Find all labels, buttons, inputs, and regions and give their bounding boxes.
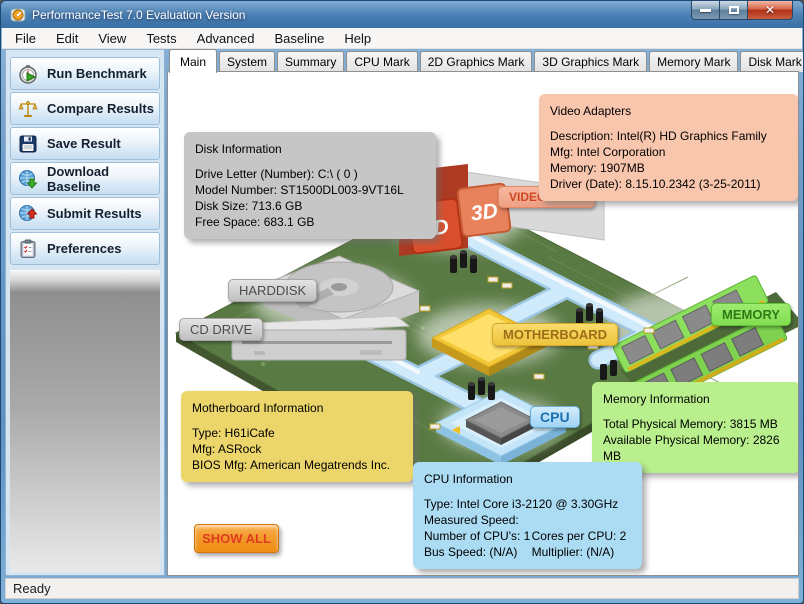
cd-drive-tag[interactable]: CD DRIVE: [179, 318, 263, 341]
disk-info-line: Disk Size: 713.6 GB: [195, 198, 425, 214]
scales-icon: [18, 99, 38, 119]
memory-info-line: Available Physical Memory: 2826 MB: [603, 432, 789, 464]
download-baseline-label: Download Baseline: [47, 164, 159, 194]
menu-view[interactable]: View: [88, 29, 136, 48]
motherboard-info-line: Mfg: ASRock: [192, 441, 402, 457]
video-adapters-info-box: Video Adapters Description: Intel(R) HD …: [539, 94, 798, 201]
run-benchmark-label: Run Benchmark: [47, 66, 147, 81]
submit-results-button[interactable]: Submit Results: [10, 197, 160, 230]
tab-main[interactable]: Main: [169, 49, 217, 73]
close-button[interactable]: ✕: [748, 1, 793, 20]
app-window: PerformanceTest 7.0 Evaluation Version ✕…: [0, 0, 804, 604]
tab-system[interactable]: System: [219, 51, 275, 72]
disk-info-box: Disk Information Drive Letter (Number): …: [184, 132, 436, 239]
3d-mark-label[interactable]: 3D: [470, 199, 499, 225]
menu-bar: File Edit View Tests Advanced Baseline H…: [2, 28, 802, 49]
minimize-button[interactable]: [691, 1, 720, 20]
show-all-button[interactable]: SHOW ALL: [194, 524, 279, 553]
globe-download-icon: [18, 169, 38, 189]
save-result-button[interactable]: Save Result: [10, 127, 160, 160]
cpu-info-box: CPU Information Type: Intel Core i3-2120…: [413, 462, 642, 569]
cpu-tag[interactable]: CPU: [530, 406, 580, 428]
memory-info-title: Memory Information: [603, 391, 789, 407]
tab-2d-graphics-mark[interactable]: 2D Graphics Mark: [420, 51, 533, 72]
menu-tests[interactable]: Tests: [136, 29, 186, 48]
content-area: Main System Summary CPU Mark 2D Graphics…: [167, 49, 799, 576]
cpu-info-line: Type: Intel Core i3-2120 @ 3.30GHz: [424, 496, 631, 512]
compare-results-button[interactable]: Compare Results: [10, 92, 160, 125]
memory-info-line: Total Physical Memory: 3815 MB: [603, 416, 789, 432]
motherboard-tag[interactable]: MOTHERBOARD: [492, 323, 618, 346]
main-tab-panel: 2D 3D: [167, 71, 799, 576]
menu-baseline[interactable]: Baseline: [264, 29, 334, 48]
preferences-label: Preferences: [47, 241, 121, 256]
maximize-icon: [729, 6, 739, 14]
title-bar: PerformanceTest 7.0 Evaluation Version ✕: [1, 1, 803, 28]
tab-memory-mark[interactable]: Memory Mark: [649, 51, 738, 72]
menu-advanced[interactable]: Advanced: [187, 29, 265, 48]
close-icon: ✕: [765, 3, 775, 17]
submit-results-label: Submit Results: [47, 206, 142, 221]
menu-edit[interactable]: Edit: [46, 29, 88, 48]
floppy-icon: [18, 134, 38, 154]
cpu-info-row: Number of CPU's: 1 Cores per CPU: 2: [424, 528, 631, 544]
disk-info-line: Model Number: ST1500DL003-9VT16L: [195, 182, 425, 198]
cpu-info-cell: Number of CPU's: 1: [424, 528, 532, 544]
tab-bar: Main System Summary CPU Mark 2D Graphics…: [167, 49, 799, 72]
maximize-button[interactable]: [720, 1, 748, 20]
menu-file[interactable]: File: [5, 29, 46, 48]
status-text: Ready: [13, 581, 51, 596]
memory-tag[interactable]: MEMORY: [711, 303, 791, 326]
stopwatch-icon: [18, 64, 38, 84]
disk-info-line: Free Space: 683.1 GB: [195, 214, 425, 230]
run-benchmark-button[interactable]: Run Benchmark: [10, 57, 160, 90]
window-title: PerformanceTest 7.0 Evaluation Version: [32, 8, 245, 22]
tab-3d-graphics-mark[interactable]: 3D Graphics Mark: [534, 51, 647, 72]
sidebar-filler: [10, 270, 160, 572]
download-baseline-button[interactable]: Download Baseline: [10, 162, 160, 195]
memory-info-box: Memory Information Total Physical Memory…: [592, 382, 799, 473]
sidebar: Run Benchmark Compare Results: [5, 49, 165, 576]
compare-results-label: Compare Results: [47, 101, 154, 116]
cpu-info-cell: Multiplier: (N/A): [532, 544, 631, 560]
app-icon: [10, 7, 26, 23]
clipboard-icon: [18, 239, 38, 259]
video-adapters-line: Driver (Date): 8.15.10.2342 (3-25-2011): [550, 176, 787, 192]
motherboard-info-title: Motherboard Information: [192, 400, 402, 416]
video-adapters-title: Video Adapters: [550, 103, 787, 119]
video-adapters-line: Mfg: Intel Corporation: [550, 144, 787, 160]
cpu-info-cell: Bus Speed: (N/A): [424, 544, 532, 560]
cpu-info-title: CPU Information: [424, 471, 631, 487]
video-adapters-line: Description: Intel(R) HD Graphics Family: [550, 128, 787, 144]
cpu-info-line: Measured Speed:: [424, 512, 631, 528]
harddisk-tag[interactable]: HARDDISK: [228, 279, 317, 302]
motherboard-info-box: Motherboard Information Type: H61iCafe M…: [181, 391, 413, 482]
save-result-label: Save Result: [47, 136, 121, 151]
tab-cpu-mark[interactable]: CPU Mark: [346, 51, 417, 72]
tab-disk-mark[interactable]: Disk Mark: [740, 51, 804, 72]
status-bar: Ready: [5, 578, 799, 599]
disk-info-line: Drive Letter (Number): C:\ ( 0 ): [195, 166, 425, 182]
motherboard-info-line: Type: H61iCafe: [192, 425, 402, 441]
video-adapters-line: Memory: 1907MB: [550, 160, 787, 176]
menu-help[interactable]: Help: [334, 29, 381, 48]
preferences-button[interactable]: Preferences: [10, 232, 160, 265]
minimize-icon: [700, 9, 711, 12]
disk-info-title: Disk Information: [195, 141, 425, 157]
motherboard-info-line: BIOS Mfg: American Megatrends Inc.: [192, 457, 402, 473]
cpu-info-row: Bus Speed: (N/A) Multiplier: (N/A): [424, 544, 631, 560]
cpu-info-cell: Cores per CPU: 2: [532, 528, 631, 544]
globe-upload-icon: [18, 204, 38, 224]
tab-summary[interactable]: Summary: [277, 51, 344, 72]
